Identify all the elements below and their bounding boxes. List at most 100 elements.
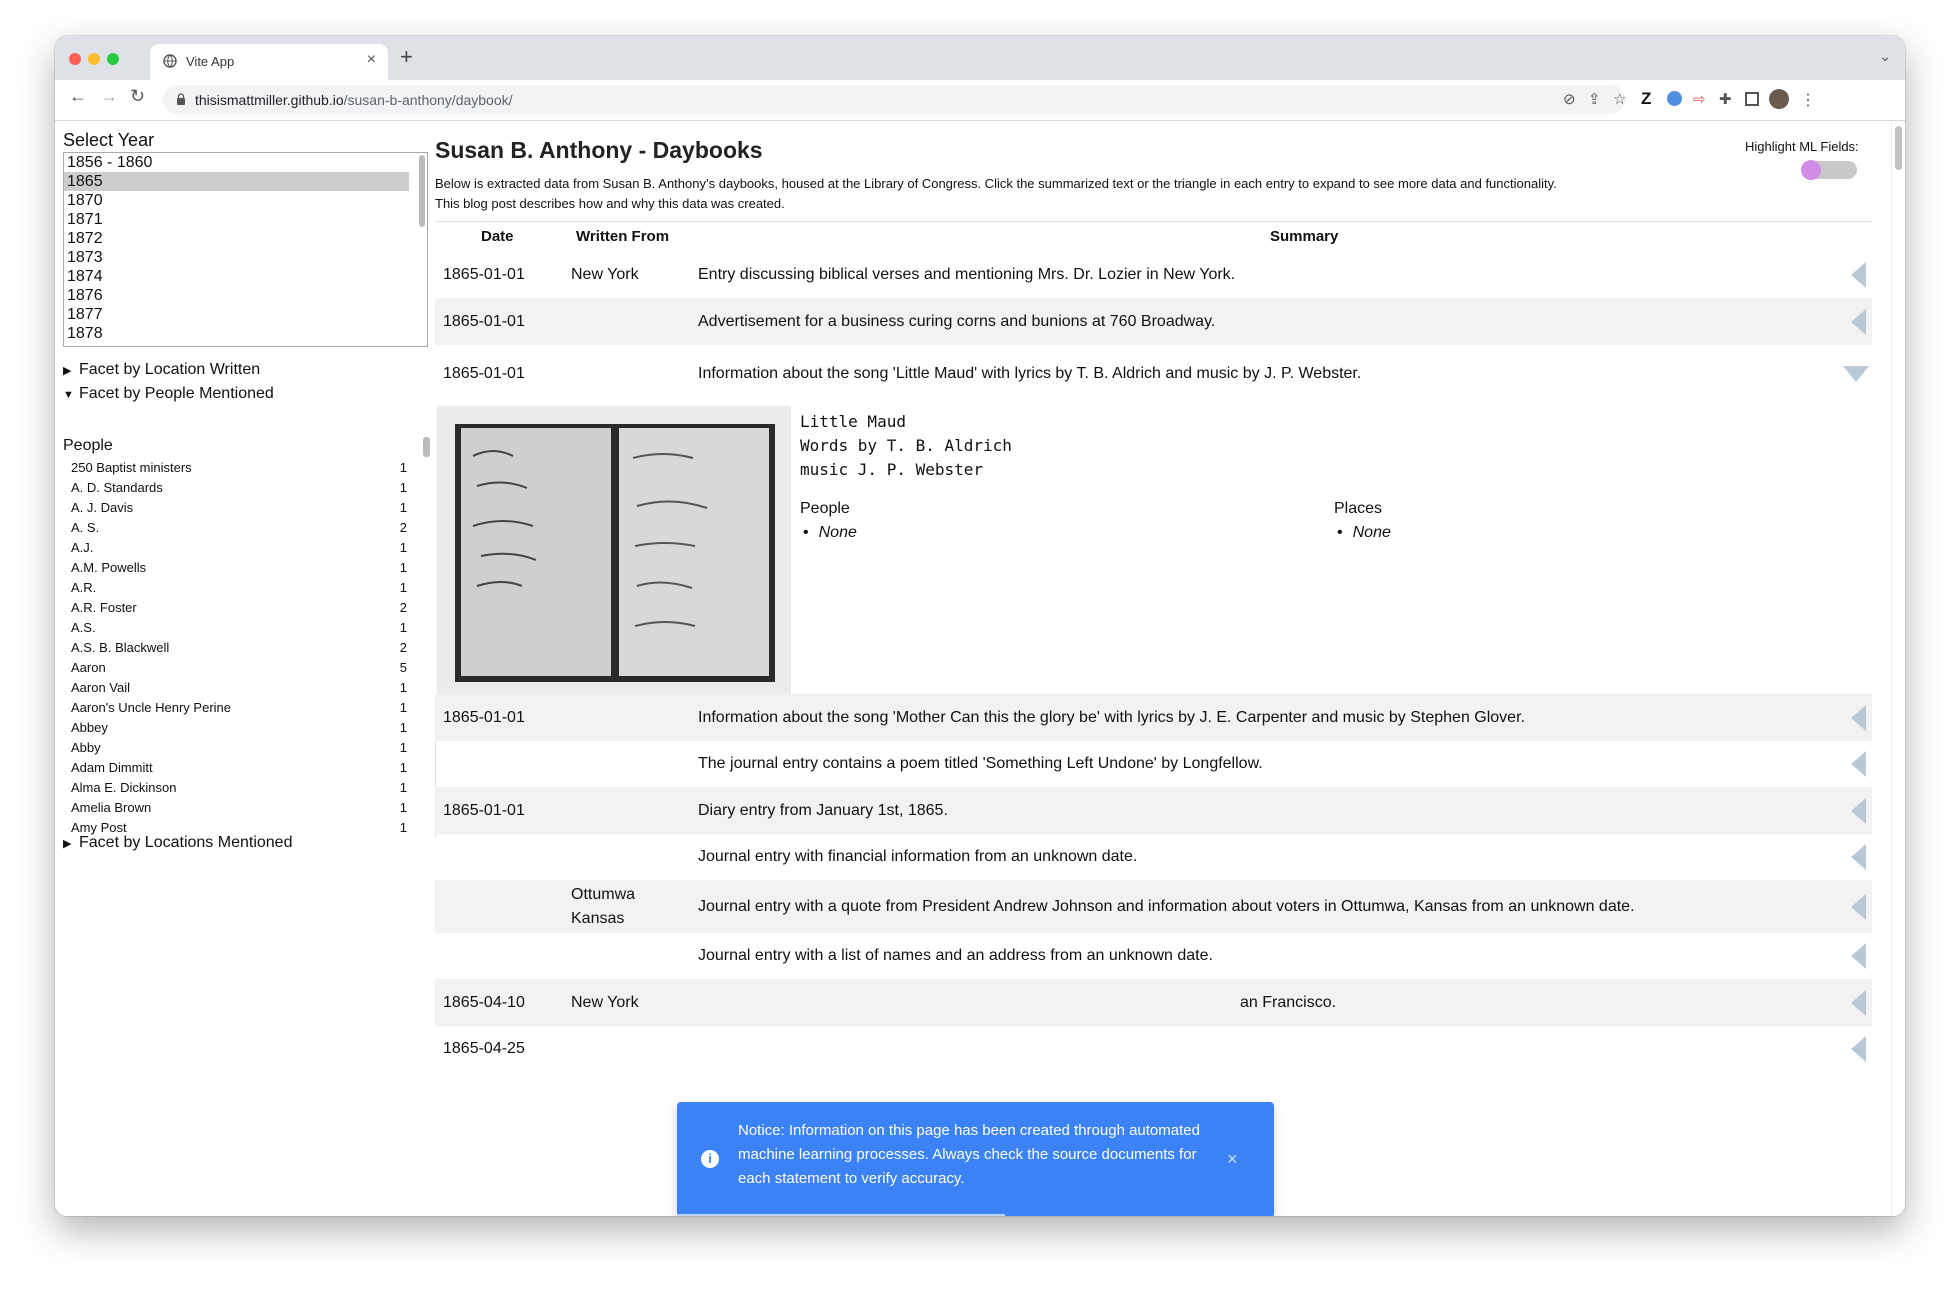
extension-z-icon[interactable]: Z xyxy=(1641,90,1659,108)
share-icon[interactable]: ⇪ xyxy=(1588,90,1601,108)
entry-row[interactable]: 1865-01-01 New York Entry discussing bibli… xyxy=(435,252,1872,298)
daybook-page-scan-image[interactable] xyxy=(437,406,791,698)
people-facet-item[interactable]: 250 Baptist ministers 1 xyxy=(63,458,413,478)
entry-transcription: Little Maud Words by T. B. Aldrich music J… xyxy=(800,410,1012,482)
entry-row[interactable]: Journal entry with financial information… xyxy=(435,834,1872,880)
people-facet-item[interactable]: A. S. 2 xyxy=(63,518,413,538)
browser-menu-icon[interactable]: ⋮ xyxy=(1800,90,1818,109)
highlight-ml-toggle[interactable] xyxy=(1801,160,1857,180)
expand-triangle-icon[interactable] xyxy=(1851,751,1866,777)
entry-summary[interactable]: Journal entry with a quote from Presiden… xyxy=(698,898,1635,916)
year-option[interactable]: 1865 xyxy=(64,172,409,191)
entry-row[interactable]: The journal entry contains a poem titled… xyxy=(435,741,1872,787)
entry-summary[interactable]: an Francisco. xyxy=(1240,994,1336,1012)
year-option[interactable]: 1876 xyxy=(64,286,409,305)
collapse-triangle-icon[interactable] xyxy=(1843,365,1869,382)
people-facet-item[interactable]: A.S. 1 xyxy=(63,618,413,638)
people-facet-item[interactable]: Amelia Brown 1 xyxy=(63,798,413,818)
entry-summary[interactable]: Advertisement for a business curing corn… xyxy=(698,313,1215,331)
people-facet-item[interactable]: Aaron 5 xyxy=(63,658,413,678)
entry-row[interactable]: 1865-01-01 Information about the song 'Li… xyxy=(435,345,1872,402)
entry-row[interactable]: 1865-01-01 Information about the song 'Mo… xyxy=(435,694,1872,741)
people-facet-item[interactable]: A.M. Powells 1 xyxy=(63,558,413,578)
page-scrollbar-thumb[interactable] xyxy=(1895,126,1902,170)
year-option[interactable]: 1870 xyxy=(64,191,409,210)
address-bar[interactable]: thisismattmiller.github.io/susan-b-antho… xyxy=(163,85,1626,114)
entry-row[interactable]: 1865-01-01 Diary entry from January 1st, … xyxy=(435,787,1872,834)
tab-search-icon[interactable]: ⌄ xyxy=(1879,48,1891,65)
expand-triangle-icon[interactable] xyxy=(1851,797,1866,824)
facet-location-written[interactable]: ▶ Facet by Location Written xyxy=(63,361,260,379)
people-facet-item[interactable]: Abby 1 xyxy=(63,738,413,758)
entry-summary[interactable]: Information about the song 'Little Maud'… xyxy=(698,365,1361,383)
entry-summary[interactable]: Journal entry with financial information… xyxy=(698,848,1137,866)
people-facet-item[interactable]: A.R. 1 xyxy=(63,578,413,598)
ml-notice-toast: i Notice: Information on this page has b… xyxy=(677,1102,1274,1216)
expand-triangle-icon[interactable] xyxy=(1851,844,1866,870)
entry-summary[interactable]: Entry discussing biblical verses and men… xyxy=(698,266,1235,284)
people-facet-item[interactable]: Aaron's Uncle Henry Perine 1 xyxy=(63,698,413,718)
year-option[interactable]: 1873 xyxy=(64,248,409,267)
select-year-label: Select Year xyxy=(63,130,155,150)
entry-summary[interactable]: Information about the song 'Mother Can t… xyxy=(698,709,1525,727)
year-option[interactable]: 1877 xyxy=(64,305,409,324)
year-option[interactable]: 1856 - 1860 xyxy=(64,153,409,172)
browser-tab[interactable]: Vite App × xyxy=(150,44,388,80)
year-option[interactable]: 1871 xyxy=(64,210,409,229)
people-facet-item[interactable]: A.J. 1 xyxy=(63,538,413,558)
close-tab-icon[interactable]: × xyxy=(367,51,376,69)
facet-locations-mentioned[interactable]: ▶ Facet by Locations Mentioned xyxy=(63,834,292,852)
people-facet-item[interactable]: A. J. Davis 1 xyxy=(63,498,413,518)
back-button[interactable]: ← xyxy=(69,86,87,107)
toggle-knob[interactable] xyxy=(1801,160,1821,180)
close-window-button[interactable] xyxy=(69,53,81,65)
people-facet-item[interactable]: Aaron Vail 1 xyxy=(63,678,413,698)
expand-triangle-icon[interactable] xyxy=(1851,704,1866,731)
page-scrollbar[interactable] xyxy=(1891,121,1905,1216)
entry-summary[interactable]: Journal entry with a list of names and a… xyxy=(698,947,1213,965)
extensions-puzzle-icon[interactable]: ✚ xyxy=(1719,90,1737,108)
expand-triangle-icon[interactable] xyxy=(1851,308,1866,335)
facet-people-mentioned[interactable]: ▼ Facet by People Mentioned xyxy=(63,385,274,403)
people-facet-item[interactable]: Abbey 1 xyxy=(63,718,413,738)
new-tab-button[interactable]: + xyxy=(400,44,413,70)
expand-triangle-icon[interactable] xyxy=(1851,893,1866,920)
entry-summary[interactable]: The journal entry contains a poem titled… xyxy=(698,755,1263,773)
extension-arrow-icon[interactable]: ⇨ xyxy=(1693,90,1711,108)
entry-summary[interactable]: Diary entry from January 1st, 1865. xyxy=(698,802,948,820)
minimize-window-button[interactable] xyxy=(88,53,100,65)
expand-triangle-icon[interactable] xyxy=(1851,1036,1866,1062)
expand-triangle-icon[interactable] xyxy=(1851,989,1866,1016)
forward-button[interactable]: → xyxy=(100,86,118,107)
expand-triangle-icon[interactable] xyxy=(1851,262,1866,288)
people-facet-item[interactable]: A.R. Foster 2 xyxy=(63,598,413,618)
person-count: 1 xyxy=(399,820,407,835)
year-option[interactable]: 1872 xyxy=(64,229,409,248)
toast-progress-bar xyxy=(677,1214,1005,1216)
entry-row[interactable]: Ottumwa Kansas Journal entry with a quote… xyxy=(435,880,1872,933)
close-toast-icon[interactable]: × xyxy=(1227,1149,1238,1170)
people-facet-item[interactable]: A. D. Standards 1 xyxy=(63,478,413,498)
bookmark-star-icon[interactable]: ☆ xyxy=(1613,90,1626,108)
year-option[interactable]: 1874 xyxy=(64,267,409,286)
people-facet-item[interactable]: Alma E. Dickinson 1 xyxy=(63,778,413,798)
maximize-window-button[interactable] xyxy=(107,53,119,65)
people-facet-item[interactable]: Adam Dimmitt 1 xyxy=(63,758,413,778)
year-list-scrollbar[interactable] xyxy=(419,155,425,227)
expand-triangle-icon[interactable] xyxy=(1851,943,1866,969)
year-select-list[interactable]: 1856 - 1860 1865 1870 1871 1872 1873 1874 1876 1… xyxy=(63,152,428,347)
eye-off-icon[interactable]: ⊘ xyxy=(1563,90,1576,108)
profile-avatar[interactable] xyxy=(1769,89,1789,109)
people-facet-item[interactable]: A.S. B. Blackwell 2 xyxy=(63,638,413,658)
year-option[interactable]: 1878 xyxy=(64,324,409,343)
person-name: A. S. xyxy=(71,520,100,535)
side-panel-icon[interactable] xyxy=(1745,92,1759,106)
person-count: 1 xyxy=(399,740,407,755)
entry-row[interactable]: 1865-01-01 Advertisement for a business c… xyxy=(435,298,1872,345)
entry-row[interactable]: 1865-04-10 New York an Francisco. xyxy=(435,979,1872,1026)
reload-button[interactable]: ↻ xyxy=(130,86,145,107)
people-list-scrollbar[interactable] xyxy=(423,437,430,457)
entry-row[interactable]: Journal entry with a list of names and a… xyxy=(435,933,1872,979)
extension-globe-icon[interactable] xyxy=(1667,91,1682,106)
entry-row[interactable]: 1865-04-25 xyxy=(435,1026,1872,1072)
